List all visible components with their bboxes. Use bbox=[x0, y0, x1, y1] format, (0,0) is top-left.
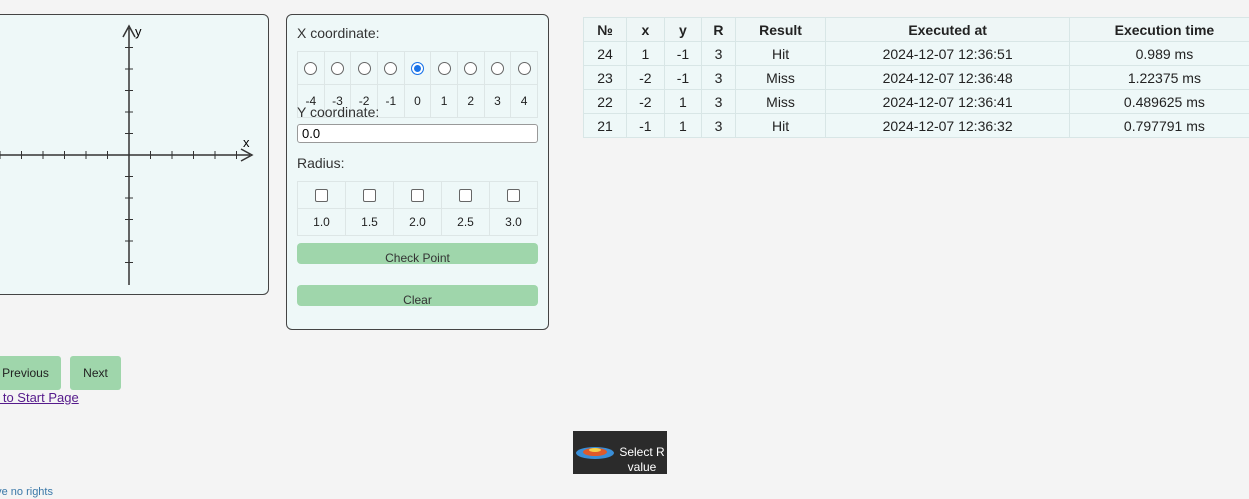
x-radio--2[interactable] bbox=[357, 62, 371, 76]
table-cell: 2024-12-07 12:36:48 bbox=[825, 65, 1070, 90]
table-header-row: № x y R Result Executed at Execution time bbox=[582, 17, 1249, 42]
footer-text: ave no rights bbox=[0, 486, 53, 498]
graph-panel[interactable]: x y bbox=[0, 14, 269, 295]
table-cell: 23 bbox=[582, 65, 628, 90]
table-cell: -2 bbox=[626, 65, 665, 90]
table-cell: -1 bbox=[626, 113, 665, 138]
x-radio-4[interactable] bbox=[517, 62, 531, 76]
table-cell: 21 bbox=[582, 113, 628, 138]
table-row: 21 -1 1 3 Hit 2024-12-07 12:36:32 0.797791 ms bbox=[582, 113, 1249, 138]
table-cell: 3 bbox=[701, 113, 736, 138]
table-cell: 3 bbox=[701, 89, 736, 114]
table-cell: 0.489625 ms bbox=[1068, 89, 1249, 114]
table-cell: Miss bbox=[734, 89, 827, 114]
x-option-label: -1 bbox=[376, 84, 405, 118]
clear-button[interactable]: Clear bbox=[297, 285, 538, 306]
y-coordinate-label: Y coordinate: bbox=[297, 104, 380, 120]
radius-checkbox-group: 1.0 1.5 2.0 2.5 3.0 bbox=[297, 181, 538, 236]
radius-checkbox-3.0[interactable] bbox=[507, 189, 520, 203]
x-option-label: 2 bbox=[456, 84, 485, 118]
form-panel: X coordinate: -4 -3 -2 -1 0 1 2 3 4 Y coordinate… bbox=[286, 14, 549, 330]
start-page-link[interactable]: o to Start Page bbox=[0, 390, 79, 405]
table-cell: -1 bbox=[663, 65, 703, 90]
x-radio--4[interactable] bbox=[304, 62, 318, 76]
column-header: № bbox=[582, 17, 628, 42]
table-cell: Hit bbox=[734, 41, 827, 66]
table-cell: 1 bbox=[663, 113, 703, 138]
radius-option-label: 1.0 bbox=[297, 208, 346, 236]
table-cell: 2024-12-07 12:36:51 bbox=[825, 41, 1070, 66]
x-option-label: 0 bbox=[403, 84, 432, 118]
table-cell: 2024-12-07 12:36:41 bbox=[825, 89, 1070, 114]
x-option-label: 3 bbox=[483, 84, 512, 118]
radius-option-label: 2.0 bbox=[393, 208, 442, 236]
table-cell: Hit bbox=[734, 113, 827, 138]
column-header: Result bbox=[734, 17, 827, 42]
column-header: y bbox=[663, 17, 703, 42]
table-cell: 3 bbox=[701, 41, 736, 66]
y-coordinate-input[interactable] bbox=[297, 124, 538, 143]
previous-button[interactable]: Previous bbox=[0, 356, 61, 390]
table-cell: 24 bbox=[582, 41, 628, 66]
select-r-tooltip: Select R value bbox=[573, 431, 667, 474]
table-cell: 0.797791 ms bbox=[1068, 113, 1249, 138]
table-cell: -1 bbox=[663, 41, 703, 66]
x-radio-0[interactable] bbox=[410, 62, 424, 76]
table-cell: 22 bbox=[582, 89, 628, 114]
radius-label: Radius: bbox=[297, 155, 345, 171]
table-cell: Miss bbox=[734, 65, 827, 90]
x-axis-label: x bbox=[243, 135, 250, 150]
y-axis-label: y bbox=[135, 24, 142, 39]
x-option-label: 4 bbox=[510, 84, 538, 118]
table-cell: 3 bbox=[701, 65, 736, 90]
table-row: 23 -2 -1 3 Miss 2024-12-07 12:36:48 1.22375 ms bbox=[582, 65, 1249, 90]
column-header: R bbox=[701, 17, 736, 42]
radius-checkbox-2.0[interactable] bbox=[411, 189, 424, 203]
x-radio--3[interactable] bbox=[330, 62, 344, 76]
x-radio-2[interactable] bbox=[464, 62, 478, 76]
x-radio-3[interactable] bbox=[490, 62, 504, 76]
x-coordinate-label: X coordinate: bbox=[297, 25, 380, 41]
table-cell: 2024-12-07 12:36:32 bbox=[825, 113, 1070, 138]
globe-thumbnail-icon bbox=[576, 447, 614, 459]
table-row: 24 1 -1 3 Hit 2024-12-07 12:36:51 0.989 ms bbox=[582, 41, 1249, 66]
column-header: x bbox=[626, 17, 665, 42]
x-radio--1[interactable] bbox=[384, 62, 398, 76]
radius-checkbox-2.5[interactable] bbox=[459, 189, 472, 203]
check-point-button[interactable]: Check Point bbox=[297, 243, 538, 264]
x-radio-1[interactable] bbox=[437, 62, 451, 76]
column-header: Execution time bbox=[1068, 17, 1249, 42]
radius-option-label: 3.0 bbox=[489, 208, 538, 236]
table-cell: 1.22375 ms bbox=[1068, 65, 1249, 90]
select-r-text: Select R value bbox=[619, 445, 665, 474]
radius-checkbox-1.0[interactable] bbox=[315, 189, 328, 203]
coordinate-plane[interactable]: x y bbox=[0, 15, 269, 295]
table-row: 22 -2 1 3 Miss 2024-12-07 12:36:41 0.489625 ms bbox=[582, 89, 1249, 114]
radius-checkbox-1.5[interactable] bbox=[363, 189, 376, 203]
radius-option-label: 1.5 bbox=[345, 208, 394, 236]
table-cell: 1 bbox=[626, 41, 665, 66]
column-header: Executed at bbox=[825, 17, 1070, 42]
table-cell: -2 bbox=[626, 89, 665, 114]
table-cell: 0.989 ms bbox=[1068, 41, 1249, 66]
results-table: № x y R Result Executed at Execution time 24 1-… bbox=[582, 17, 1249, 138]
next-button[interactable]: Next bbox=[70, 356, 121, 390]
radius-option-label: 2.5 bbox=[441, 208, 490, 236]
table-cell: 1 bbox=[663, 89, 703, 114]
x-option-label: 1 bbox=[430, 84, 458, 118]
